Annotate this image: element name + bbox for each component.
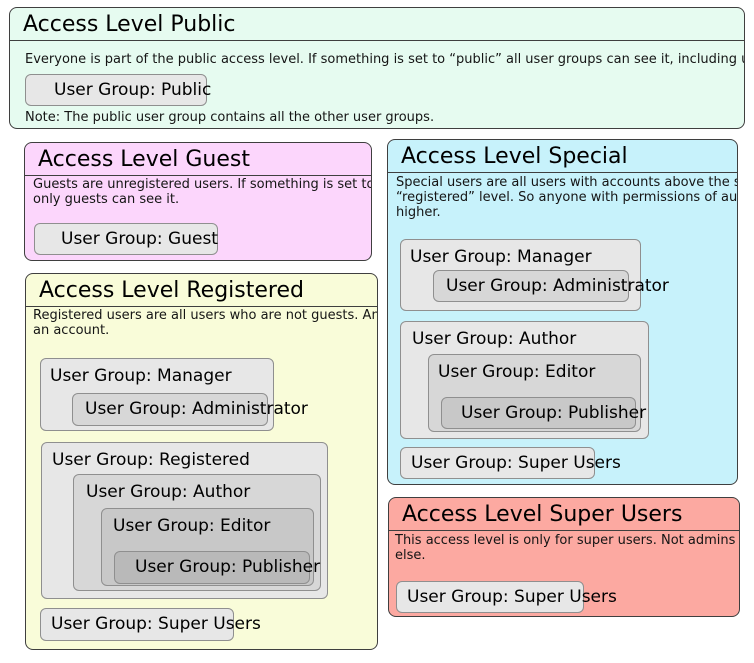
user-group-public-box[interactable]: User Group: Public bbox=[25, 74, 207, 106]
registered-panel-description: Registered users are all users who are n… bbox=[33, 308, 378, 338]
user-group-label: User Group: Author bbox=[74, 475, 320, 507]
registered-user-group-publisher-box[interactable]: User Group: Publisher bbox=[114, 551, 310, 584]
guest-panel-title: Access Level Guest bbox=[25, 143, 371, 176]
user-group-label: User Group: Manager bbox=[41, 359, 273, 391]
user-group-label: User Group: Editor bbox=[429, 355, 640, 387]
user-group-label: User Group: Author bbox=[401, 322, 648, 354]
user-group-label: User Group: Administrator bbox=[434, 271, 628, 302]
registered-panel-title: Access Level Registered bbox=[26, 274, 377, 307]
super-users-panel-title: Access Level Super Users bbox=[389, 498, 739, 531]
user-group-label: User Group: Super Users bbox=[401, 448, 594, 479]
special-user-group-manager-box[interactable]: User Group: Manager User Group: Administ… bbox=[400, 239, 641, 311]
super-users-panel-description: This access level is only for super user… bbox=[395, 533, 740, 563]
user-group-label: User Group: Publisher bbox=[442, 398, 635, 429]
registered-user-group-super-users-box[interactable]: User Group: Super Users bbox=[40, 608, 234, 641]
access-level-public-panel: Access Level Public Everyone is part of … bbox=[9, 7, 745, 129]
registered-user-group-editor-box[interactable]: User Group: Editor User Group: Publisher bbox=[101, 508, 314, 586]
user-group-label: User Group: Public bbox=[26, 75, 206, 106]
access-level-registered-panel: Access Level Registered Registered users… bbox=[25, 273, 378, 650]
user-group-label: User Group: Manager bbox=[401, 240, 640, 272]
user-group-label: User Group: Super Users bbox=[397, 582, 583, 613]
special-user-group-administrator-box[interactable]: User Group: Administrator bbox=[433, 270, 629, 302]
access-level-special-panel: Access Level Special Special users are a… bbox=[387, 139, 738, 485]
registered-user-group-registered-box[interactable]: User Group: Registered User Group: Autho… bbox=[41, 442, 328, 599]
public-panel-note: Note: The public user group contains all… bbox=[25, 110, 434, 125]
user-group-label: User Group: Editor bbox=[102, 509, 313, 541]
super-users-user-group-super-users-box[interactable]: User Group: Super Users bbox=[396, 581, 584, 613]
user-group-guest-box[interactable]: User Group: Guest bbox=[34, 223, 218, 255]
special-panel-description: Special users are all users with account… bbox=[396, 175, 738, 220]
user-group-label: User Group: Publisher bbox=[115, 552, 309, 583]
public-panel-title: Access Level Public bbox=[10, 8, 744, 41]
special-user-group-publisher-box[interactable]: User Group: Publisher bbox=[441, 397, 636, 429]
special-panel-title: Access Level Special bbox=[388, 140, 737, 173]
access-levels-diagram: Access Level Public Everyone is part of … bbox=[0, 0, 754, 663]
registered-user-group-author-box[interactable]: User Group: Author User Group: Editor Us… bbox=[73, 474, 321, 591]
user-group-label: User Group: Super Users bbox=[41, 609, 233, 640]
access-level-super-users-panel: Access Level Super Users This access lev… bbox=[388, 497, 740, 617]
registered-user-group-manager-box[interactable]: User Group: Manager User Group: Administ… bbox=[40, 358, 274, 431]
user-group-label: User Group: Guest bbox=[35, 224, 217, 255]
user-group-label: User Group: Administrator bbox=[73, 394, 267, 425]
public-panel-description: Everyone is part of the public access le… bbox=[25, 52, 745, 67]
registered-user-group-administrator-box[interactable]: User Group: Administrator bbox=[72, 393, 268, 426]
special-user-group-editor-box[interactable]: User Group: Editor User Group: Publisher bbox=[428, 354, 641, 432]
guest-panel-description: Guests are unregistered users. If someth… bbox=[33, 177, 372, 207]
special-user-group-author-box[interactable]: User Group: Author User Group: Editor Us… bbox=[400, 321, 649, 439]
user-group-label: User Group: Registered bbox=[42, 443, 327, 475]
special-user-group-super-users-box[interactable]: User Group: Super Users bbox=[400, 447, 595, 479]
access-level-guest-panel: Access Level Guest Guests are unregister… bbox=[24, 142, 372, 261]
